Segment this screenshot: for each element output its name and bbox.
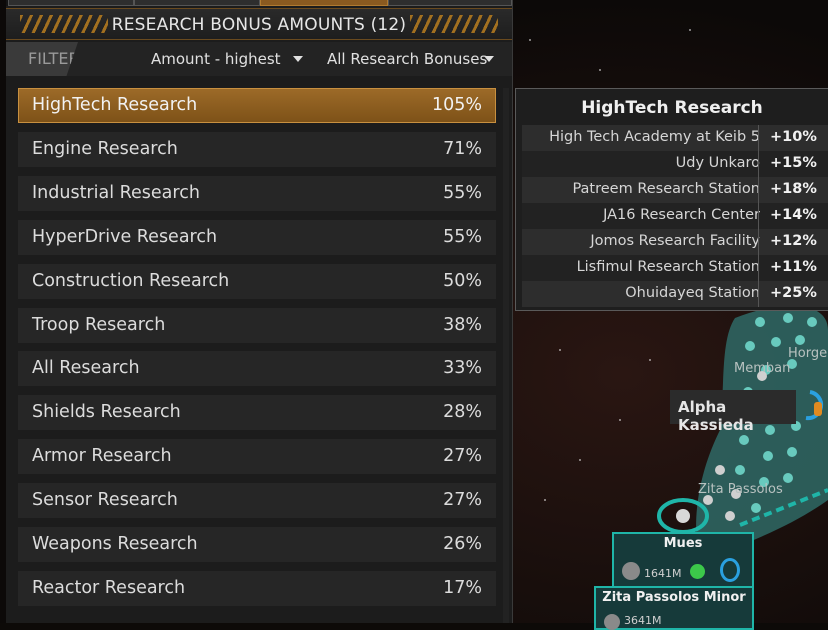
table-row: High Tech Academy at Keib 5 +10% xyxy=(522,125,828,151)
list-item[interactable]: Industrial Research 55% xyxy=(18,175,496,211)
planet-population: 3641M xyxy=(624,614,662,627)
tooltip-title: HighTech Research xyxy=(581,98,763,118)
sort-dropdown[interactable]: Amount - highest xyxy=(151,50,281,68)
column-divider xyxy=(758,177,759,203)
list-item[interactable]: All Research 33% xyxy=(18,351,496,387)
bonus-source: High Tech Academy at Keib 5 xyxy=(549,129,760,145)
planet-card-zita-passolos-minor[interactable]: Zita Passolos Minor 3641M xyxy=(594,586,754,630)
bonus-source: JA16 Research Center xyxy=(603,207,760,223)
bonus-source: Patreem Research Station xyxy=(572,181,760,197)
planet-population: 1641M xyxy=(644,567,682,580)
column-divider xyxy=(758,151,759,177)
bonus-amount: +18% xyxy=(770,181,817,197)
list-item[interactable]: Sensor Research 27% xyxy=(18,483,496,519)
scrollbar[interactable] xyxy=(503,88,509,623)
bonus-name: Shields Research xyxy=(32,402,181,423)
tab-3[interactable] xyxy=(260,0,388,6)
table-row: Ohuidayeq Station +25% xyxy=(522,281,828,307)
chevron-down-icon[interactable] xyxy=(484,56,494,62)
column-divider xyxy=(758,203,759,229)
bonus-value: 55% xyxy=(443,226,482,247)
bonus-amount: +11% xyxy=(770,259,817,275)
bonus-name: Troop Research xyxy=(32,314,166,335)
bonus-breakdown-tooltip: HighTech Research High Tech Academy at K… xyxy=(515,88,828,311)
top-tabs xyxy=(6,0,512,6)
bonus-source: Ohuidayeq Station xyxy=(625,285,760,301)
bonus-value: 27% xyxy=(443,446,482,467)
bonus-amount: +15% xyxy=(770,155,817,171)
bonus-source: Lisfimul Research Station xyxy=(576,259,760,275)
chevron-down-icon[interactable] xyxy=(293,56,303,62)
column-divider xyxy=(758,281,759,307)
bonus-value: 50% xyxy=(443,270,482,291)
bonus-value: 33% xyxy=(443,358,482,379)
list-item[interactable]: Armor Research 27% xyxy=(18,439,496,475)
bonus-value: 71% xyxy=(443,138,482,159)
table-row: Patreem Research Station +18% xyxy=(522,177,828,203)
bonus-name: HighTech Research xyxy=(32,95,198,115)
planet-name: Zita Passolos Minor xyxy=(602,590,746,605)
bonus-name: All Research xyxy=(32,358,140,379)
panel-header: RESEARCH BONUS AMOUNTS (12) xyxy=(6,8,512,40)
column-divider xyxy=(758,255,759,281)
panel-title: RESEARCH BONUS AMOUNTS (12) xyxy=(111,15,407,35)
bonus-amount: +25% xyxy=(770,285,817,301)
bonus-value: 105% xyxy=(431,95,482,115)
map-label-zita-passolos[interactable]: Zita Passolos xyxy=(698,482,783,497)
list-item[interactable]: Troop Research 38% xyxy=(18,307,496,343)
table-row: Jomos Research Facility +12% xyxy=(522,229,828,255)
tab-2[interactable] xyxy=(134,0,260,6)
bonus-amount: +10% xyxy=(770,129,817,145)
column-divider xyxy=(758,229,759,255)
bonus-name: Engine Research xyxy=(32,138,178,159)
happiness-icon xyxy=(690,564,705,579)
population-icon xyxy=(604,614,620,630)
fleet-icon xyxy=(720,558,740,582)
list-item[interactable]: Weapons Research 26% xyxy=(18,527,496,562)
column-divider xyxy=(758,125,759,151)
bonus-amount: +12% xyxy=(770,233,817,249)
system-label-alpha-kassieda[interactable]: Alpha Kassieda xyxy=(670,390,796,434)
bonus-type-dropdown[interactable]: All Research Bonuses xyxy=(327,50,487,68)
bonus-name: Sensor Research xyxy=(32,490,178,511)
filter-label: FILTER xyxy=(6,42,78,76)
planet-name: Mues xyxy=(663,536,703,551)
bonus-name: Armor Research xyxy=(32,446,172,467)
filter-row: FILTER Amount - highest All Research Bon… xyxy=(6,42,512,76)
bonus-name: HyperDrive Research xyxy=(32,226,218,247)
bonus-source: Udy Unkaro xyxy=(675,155,760,171)
bonus-amount: +14% xyxy=(770,207,817,223)
table-row: Udy Unkaro +15% xyxy=(522,151,828,177)
bonus-value: 17% xyxy=(443,577,482,598)
list-item[interactable]: Reactor Research 17% xyxy=(18,570,496,606)
bonus-value: 27% xyxy=(443,490,482,511)
list-item[interactable]: Engine Research 71% xyxy=(18,131,496,167)
map-label-memban[interactable]: Memban xyxy=(734,361,790,376)
map-label-horge[interactable]: Horge xyxy=(788,346,827,361)
bonus-value: 28% xyxy=(443,402,482,423)
list-item[interactable]: Construction Research 50% xyxy=(18,263,496,299)
list-item[interactable]: Shields Research 28% xyxy=(18,395,496,431)
bonus-name: Weapons Research xyxy=(32,534,198,554)
list-item[interactable]: HighTech Research 105% xyxy=(18,88,496,123)
bonus-source: Jomos Research Facility xyxy=(590,233,760,249)
list-item[interactable]: HyperDrive Research 55% xyxy=(18,219,496,255)
system-name: Alpha Kassieda xyxy=(678,398,754,434)
table-row: Lisfimul Research Station +11% xyxy=(522,255,828,281)
table-row: JA16 Research Center +14% xyxy=(522,203,828,229)
bonus-value: 38% xyxy=(443,314,482,335)
bonus-value: 55% xyxy=(443,182,482,203)
tab-1[interactable] xyxy=(8,0,134,6)
tab-4[interactable] xyxy=(388,0,512,6)
bonus-name: Industrial Research xyxy=(32,182,200,203)
bonus-name: Construction Research xyxy=(32,270,230,291)
population-icon xyxy=(622,562,640,580)
bonus-name: Reactor Research xyxy=(32,577,186,598)
fleet-orbit-icon[interactable] xyxy=(800,388,828,424)
bonus-value: 26% xyxy=(443,534,482,554)
planet-card-mues[interactable]: Mues 1641M xyxy=(612,532,754,594)
research-bonus-panel: RESEARCH BONUS AMOUNTS (12) FILTER Amoun… xyxy=(6,0,513,623)
